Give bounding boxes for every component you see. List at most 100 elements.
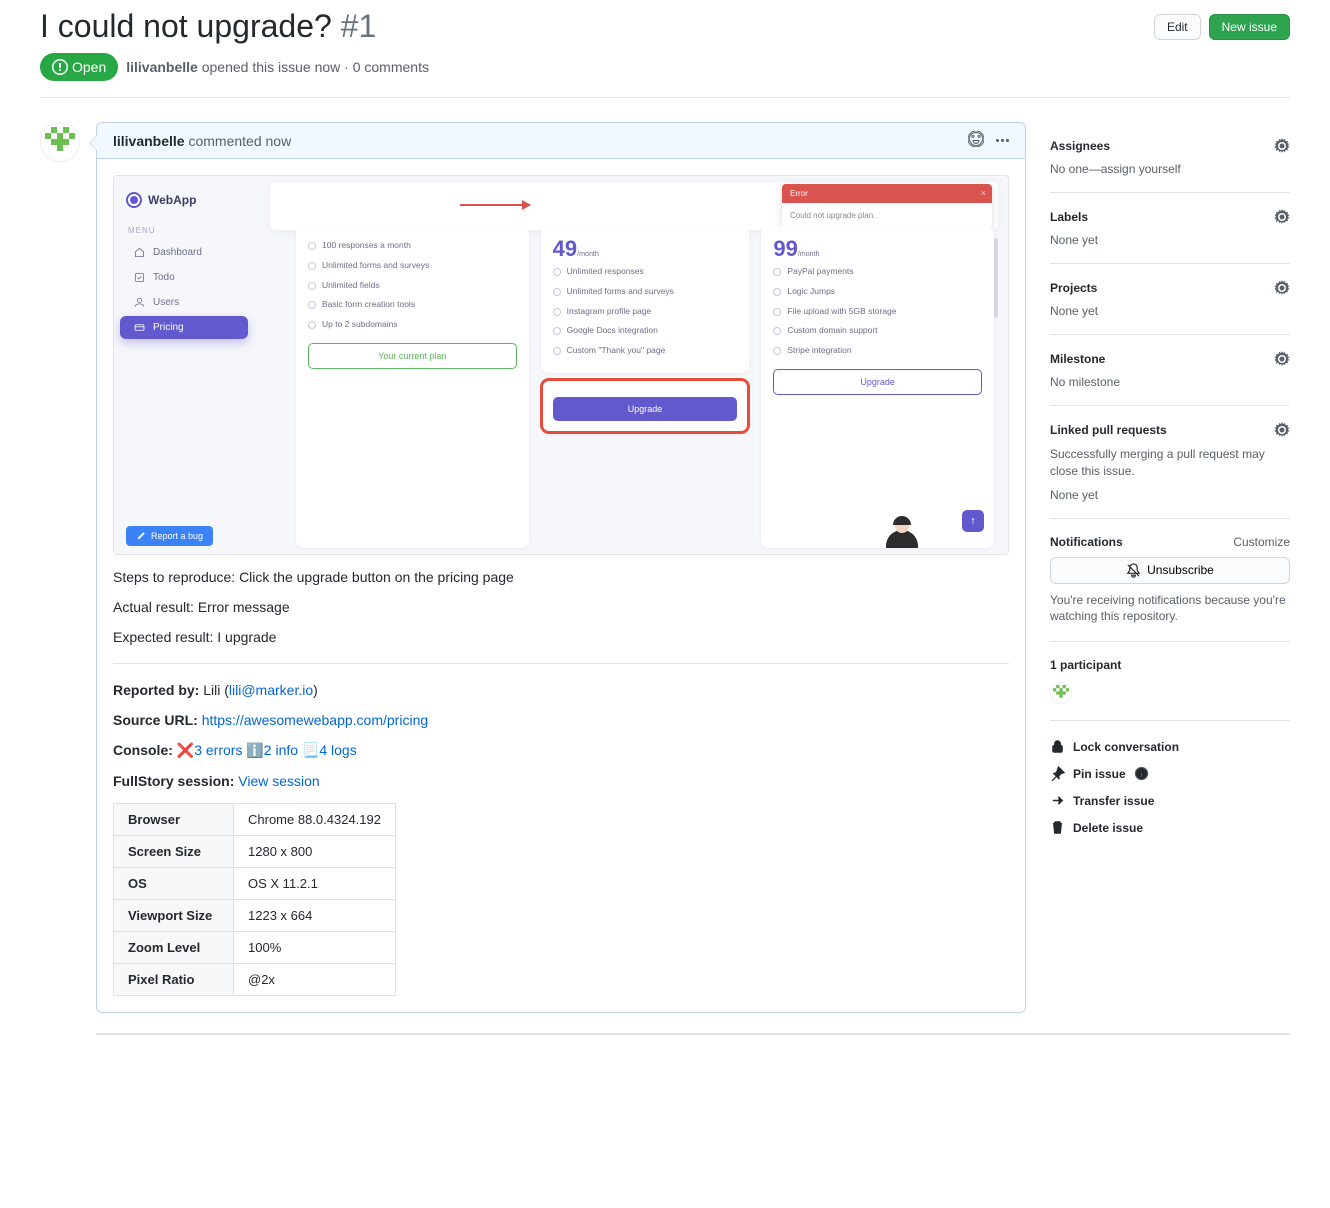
gear-icon[interactable]: [1274, 422, 1290, 438]
assignees-section: Assignees No one—assign yourself: [1050, 122, 1290, 193]
ss-nav-users: Users: [120, 291, 248, 314]
env-table: BrowserChrome 88.0.4324.192 Screen Size1…: [113, 803, 396, 996]
ss-plan-left: 100 responses a month Unlimited forms an…: [296, 226, 529, 548]
home-icon: [134, 247, 145, 258]
linked-pr-section: Linked pull requests Successfully mergin…: [1050, 406, 1290, 519]
issue-title: I could not upgrade? #1: [40, 8, 376, 45]
gear-icon[interactable]: [1274, 209, 1290, 225]
user-icon: [134, 297, 145, 308]
ss-app-name: WebApp: [148, 193, 196, 207]
lock-icon: [1050, 739, 1065, 754]
lock-conversation[interactable]: Lock conversation: [1050, 733, 1290, 760]
new-issue-button[interactable]: New issue: [1209, 14, 1290, 40]
ss-menu-label: MENU: [114, 222, 254, 239]
gear-icon[interactable]: [1274, 280, 1290, 296]
pin-issue[interactable]: Pin issue: [1050, 760, 1290, 787]
console-info-link[interactable]: 2 info: [264, 742, 298, 758]
customize-link[interactable]: Customize: [1233, 535, 1290, 549]
ss-current-plan-btn: Your current plan: [308, 343, 517, 369]
fullstory-line: FullStory session: View session: [113, 773, 1009, 789]
linked-pr-desc: Successfully merging a pull request may …: [1050, 446, 1290, 480]
ss-logo: WebApp: [114, 192, 254, 222]
info-icon: ℹ️: [246, 742, 263, 758]
ss-report-bug: Report a bug: [126, 526, 213, 546]
notifications-section: Notifications Customize Unsubscribe You'…: [1050, 519, 1290, 643]
milestone-text: No milestone: [1050, 375, 1290, 389]
labels-text: None yet: [1050, 233, 1290, 247]
issue-open-icon: [52, 59, 68, 75]
attached-screenshot[interactable]: WebApp MENU Dashboard Todo Users Pricing…: [113, 175, 1009, 555]
table-row: Screen Size1280 x 800: [114, 836, 396, 868]
ss-upgrade-btn-mid: Upgrade: [553, 397, 738, 421]
close-icon: ×: [981, 188, 986, 198]
trash-icon: [1050, 820, 1065, 835]
avatar[interactable]: [40, 122, 80, 162]
source-url-link[interactable]: https://awesomewebapp.com/pricing: [202, 712, 428, 728]
ss-error-toast: Error× Could not upgrade plan.: [782, 184, 992, 228]
issue-number: #1: [341, 8, 377, 44]
divider: [113, 663, 1009, 664]
table-row: Zoom Level100%: [114, 932, 396, 964]
ss-annotation-arrow: [460, 204, 530, 206]
issue-author[interactable]: lilivanbelle: [126, 59, 198, 75]
card-icon: [134, 322, 145, 333]
kebab-icon[interactable]: [996, 139, 1009, 142]
pencil-icon: [136, 531, 146, 541]
state-label: Open: [72, 59, 106, 75]
comment: lilivanbelle commented now: [96, 122, 1026, 1013]
page-icon: 📃: [302, 742, 319, 758]
edit-button[interactable]: Edit: [1154, 14, 1201, 40]
assignees-text: No one—assign yourself: [1050, 162, 1290, 176]
reporter-email-link[interactable]: lili@marker.io: [229, 682, 313, 698]
table-row: OSOS X 11.2.1: [114, 868, 396, 900]
steps-text: Steps to reproduce: Click the upgrade bu…: [113, 569, 1009, 585]
ss-plans: 100 responses a month Unlimited forms an…: [296, 226, 994, 548]
transfer-issue[interactable]: Transfer issue: [1050, 787, 1290, 814]
comment-time: commented now: [188, 133, 291, 149]
unsubscribe-button[interactable]: Unsubscribe: [1050, 557, 1290, 584]
ss-nav-dashboard: Dashboard: [120, 241, 248, 264]
x-icon: ❌: [177, 742, 194, 758]
issue-meta: lilivanbelle opened this issue now · 0 c…: [126, 59, 429, 75]
ss-nav-todo: Todo: [120, 266, 248, 289]
issue-header: I could not upgrade? #1 Edit New issue O…: [40, 0, 1290, 98]
assign-yourself-link[interactable]: assign yourself: [1101, 162, 1181, 176]
pin-icon: [1050, 766, 1065, 781]
projects-section: Projects None yet: [1050, 264, 1290, 335]
comment-author[interactable]: lilivanbelle: [113, 133, 185, 149]
check-square-icon: [134, 272, 145, 283]
fullstory-link[interactable]: View session: [238, 773, 319, 789]
table-row: Viewport Size1223 x 664: [114, 900, 396, 932]
gear-icon[interactable]: [1274, 138, 1290, 154]
participant-avatar[interactable]: [1050, 682, 1072, 704]
gear-icon[interactable]: [1274, 351, 1290, 367]
console-logs-link[interactable]: 4 logs: [319, 742, 356, 758]
expected-text: Expected result: I upgrade: [113, 629, 1009, 645]
ss-plan-mid-wrap: 49/month Unlimited responses Unlimited f…: [541, 226, 750, 548]
projects-text: None yet: [1050, 304, 1290, 318]
ss-topbar: Error× Could not upgrade plan.: [270, 182, 998, 230]
timeline-divider: [96, 1033, 1290, 1035]
info-circle-icon: [1134, 766, 1149, 781]
ss-plan-right: 99/month PayPal payments Logic Jumps Fil…: [761, 226, 994, 548]
reported-by: Reported by: Lili (lili@marker.io): [113, 682, 1009, 698]
ss-highlighted-upgrade: Upgrade: [541, 379, 750, 433]
issue-opened-text: opened this issue now · 0 comments: [202, 59, 429, 75]
comment-text: Steps to reproduce: Click the upgrade bu…: [113, 569, 1009, 996]
comment-header: lilivanbelle commented now: [97, 123, 1025, 159]
ss-upgrade-btn-right: Upgrade: [773, 369, 982, 395]
notifications-note: You're receiving notifications because y…: [1050, 592, 1290, 626]
labels-section: Labels None yet: [1050, 193, 1290, 264]
table-row: BrowserChrome 88.0.4324.192: [114, 804, 396, 836]
delete-issue[interactable]: Delete issue: [1050, 814, 1290, 841]
ss-nav-pricing: Pricing: [120, 316, 248, 339]
emoji-icon[interactable]: [968, 131, 984, 150]
bell-slash-icon: [1126, 563, 1141, 578]
participants-section: 1 participant: [1050, 642, 1290, 721]
arrow-right-icon: [1050, 793, 1065, 808]
ss-sidebar: WebApp MENU Dashboard Todo Users Pricing…: [114, 176, 254, 554]
title-actions: Edit New issue: [1154, 14, 1290, 40]
ss-content: Error× Could not upgrade plan. 100 respo…: [270, 182, 998, 548]
linked-pr-text: None yet: [1050, 488, 1290, 502]
console-errors-link[interactable]: 3 errors: [194, 742, 242, 758]
